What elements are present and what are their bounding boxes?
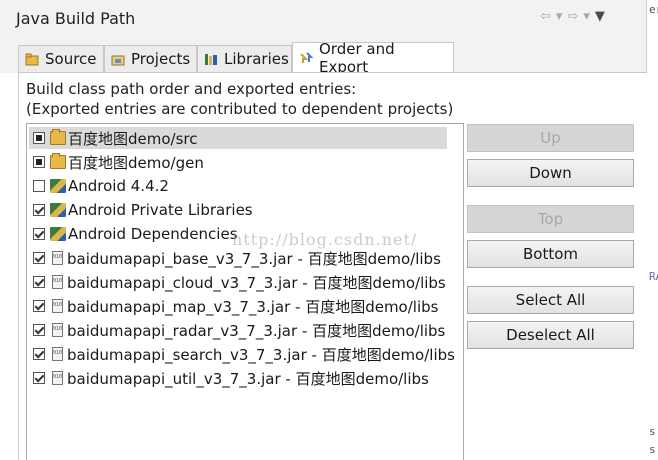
list-item[interactable]: Android 4.4.2 — [29, 175, 169, 197]
entry-label: baidumapapi_search_v3_7_3.jar - 百度地图demo… — [67, 345, 455, 364]
list-item[interactable]: baidumapapi_map_v3_7_3.jar - 百度地图demo/li… — [29, 295, 438, 317]
order-export-icon — [299, 51, 314, 65]
background-editor-edge: er RA s s — [646, 0, 658, 459]
jar-icon — [52, 371, 63, 385]
source-folder-icon — [50, 153, 66, 169]
down-button[interactable]: Down — [467, 159, 634, 187]
library-icon — [50, 179, 66, 193]
edge-text-a: er — [649, 3, 658, 16]
tab-projects-label: Projects — [131, 50, 191, 68]
list-item[interactable]: Android Private Libraries — [29, 199, 253, 221]
export-checkbox[interactable] — [33, 132, 45, 144]
entry-label: baidumapapi_cloud_v3_7_3.jar - 百度地图demo/… — [67, 273, 446, 292]
source-folder-icon — [50, 129, 66, 145]
tab-libraries[interactable]: Libraries — [197, 45, 292, 72]
tab-source[interactable]: Source — [18, 45, 104, 72]
forward-dropdown-icon[interactable]: ▾ — [583, 9, 590, 24]
list-item[interactable]: 百度地图demo/src — [29, 127, 447, 149]
tab-order-and-export[interactable]: Order and Export — [292, 40, 454, 76]
description-line-2: (Exported entries are contributed to dep… — [26, 100, 454, 118]
entry-label: baidumapapi_radar_v3_7_3.jar - 百度地图demo/… — [67, 321, 446, 340]
edge-text-d: s — [649, 443, 656, 456]
tab-order-and-export-label: Order and Export — [319, 40, 395, 76]
classpath-entries-list[interactable]: 百度地图demo/src 百度地图demo/gen Android 4.4.2 … — [26, 123, 464, 460]
edge-text-b: RA — [649, 270, 658, 283]
list-item[interactable]: baidumapapi_radar_v3_7_3.jar - 百度地图demo/… — [29, 319, 445, 341]
export-checkbox[interactable] — [33, 348, 45, 360]
export-checkbox[interactable] — [33, 180, 45, 192]
entry-label: 百度地图demo/src — [68, 129, 198, 148]
source-folder-icon — [25, 52, 39, 66]
jar-icon — [52, 323, 63, 337]
dialog-title: Java Build Path — [16, 9, 136, 28]
list-item[interactable]: baidumapapi_search_v3_7_3.jar - 百度地图demo… — [29, 343, 455, 365]
list-item[interactable]: baidumapapi_base_v3_7_3.jar - 百度地图demo/l… — [29, 247, 441, 269]
entry-label: Android 4.4.2 — [68, 177, 169, 195]
list-item[interactable]: baidumapapi_util_v3_7_3.jar - 百度地图demo/l… — [29, 367, 429, 389]
tab-libraries-label: Libraries — [224, 50, 289, 68]
jar-icon — [52, 275, 63, 289]
title-bar: Java Build Path ⇦ ▾ ⇨ ▾ ▼ — [0, 0, 646, 40]
select-all-button[interactable]: Select All — [467, 286, 634, 314]
description-line-1: Build class path order and exported entr… — [26, 80, 357, 98]
navigation-controls: ⇦ ▾ ⇨ ▾ ▼ — [540, 9, 605, 24]
library-icon — [50, 227, 66, 241]
edge-text-c: s — [649, 425, 656, 438]
view-menu-icon[interactable]: ▼ — [595, 9, 605, 24]
tab-source-label: Source — [45, 50, 97, 68]
entry-label: baidumapapi_base_v3_7_3.jar - 百度地图demo/l… — [67, 249, 441, 268]
list-item[interactable]: baidumapapi_cloud_v3_7_3.jar - 百度地图demo/… — [29, 271, 446, 293]
export-checkbox[interactable] — [33, 204, 45, 216]
library-icon — [50, 203, 66, 217]
deselect-all-button[interactable]: Deselect All — [467, 321, 634, 349]
export-checkbox[interactable] — [33, 324, 45, 336]
list-item[interactable]: Android Dependencies — [29, 223, 238, 245]
export-checkbox[interactable] — [33, 156, 45, 168]
list-item[interactable]: 百度地图demo/gen — [29, 151, 204, 173]
export-checkbox[interactable] — [33, 252, 45, 264]
entry-label: Android Dependencies — [68, 225, 238, 243]
export-checkbox[interactable] — [33, 228, 45, 240]
entry-label: baidumapapi_util_v3_7_3.jar - 百度地图demo/l… — [67, 369, 429, 388]
projects-icon — [111, 52, 125, 66]
back-arrow-icon[interactable]: ⇦ — [540, 9, 551, 24]
entry-label: 百度地图demo/gen — [68, 153, 204, 172]
entry-label: Android Private Libraries — [68, 201, 253, 219]
forward-arrow-icon[interactable]: ⇨ — [567, 9, 578, 24]
export-checkbox[interactable] — [33, 300, 45, 312]
jar-icon — [52, 251, 63, 265]
libraries-icon — [204, 52, 218, 66]
export-checkbox[interactable] — [33, 276, 45, 288]
entry-label: baidumapapi_map_v3_7_3.jar - 百度地图demo/li… — [67, 297, 439, 316]
bottom-button[interactable]: Bottom — [467, 240, 634, 268]
back-dropdown-icon[interactable]: ▾ — [556, 9, 563, 24]
jar-icon — [52, 299, 63, 313]
tab-projects[interactable]: Projects — [104, 45, 197, 72]
jar-icon — [52, 347, 63, 361]
top-button[interactable]: Top — [467, 205, 634, 233]
up-button[interactable]: Up — [467, 124, 634, 152]
export-checkbox[interactable] — [33, 372, 45, 384]
watermark: http://blog.csdn.net/ — [232, 230, 418, 249]
